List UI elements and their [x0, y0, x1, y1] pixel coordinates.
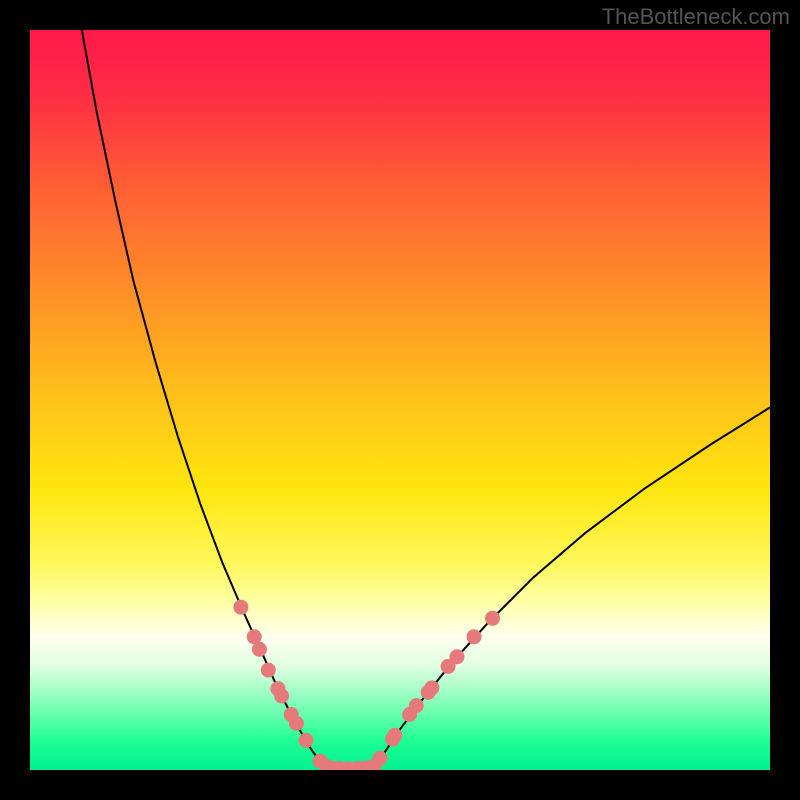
chart-background [30, 30, 770, 770]
data-marker [274, 689, 289, 704]
data-marker [373, 751, 388, 766]
data-marker [289, 716, 304, 731]
data-marker [485, 611, 500, 626]
data-marker [261, 663, 276, 678]
data-marker [467, 629, 482, 644]
data-marker [252, 642, 267, 657]
data-marker [449, 649, 464, 664]
bottleneck-chart [30, 30, 770, 770]
data-marker [299, 733, 314, 748]
data-marker [424, 680, 439, 695]
data-marker [387, 728, 402, 743]
data-marker [233, 600, 248, 615]
watermark-text: TheBottleneck.com [602, 4, 790, 30]
data-marker [409, 698, 424, 713]
plot-frame [30, 30, 770, 770]
